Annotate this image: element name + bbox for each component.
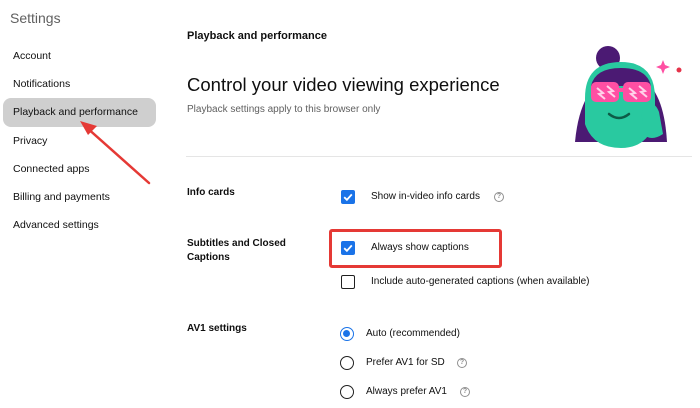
info-cards-checkbox[interactable] bbox=[341, 190, 355, 204]
av1-auto-label: Auto (recommended) bbox=[366, 328, 460, 339]
sidebar-item-advanced-settings[interactable]: Advanced settings bbox=[3, 211, 156, 240]
info-cards-option-label: Show in-video info cards bbox=[371, 191, 480, 202]
page-subtitle: Playback settings apply to this browser … bbox=[187, 104, 381, 115]
auto-generated-captions-checkbox[interactable] bbox=[341, 275, 355, 289]
sidebar-item-billing-and-payments[interactable]: Billing and payments bbox=[3, 183, 156, 212]
sidebar-item-connected-apps[interactable]: Connected apps bbox=[3, 155, 156, 184]
av1-always-prefer-label: Always prefer AV1 bbox=[366, 386, 447, 397]
av1-prefer-sd-radio[interactable] bbox=[340, 356, 354, 370]
header-divider bbox=[186, 156, 692, 157]
help-icon[interactable]: ? bbox=[457, 358, 467, 368]
playback-illustration bbox=[573, 46, 682, 152]
subtitles-label: Subtitles and Closed Captions bbox=[187, 238, 286, 263]
av1-auto-radio[interactable] bbox=[340, 327, 354, 341]
auto-generated-captions-label: Include auto-generated captions (when av… bbox=[371, 276, 590, 287]
sidebar-item-privacy[interactable]: Privacy bbox=[3, 127, 156, 156]
sidebar-item-account[interactable]: Account bbox=[3, 42, 156, 71]
sidebar-title: Settings bbox=[10, 10, 61, 26]
settings-sidebar: Settings Account Notifications Playback … bbox=[0, 0, 160, 408]
section-heading: Playback and performance bbox=[187, 30, 328, 42]
av1-prefer-sd-label: Prefer AV1 for SD bbox=[366, 357, 445, 368]
av1-settings-label: AV1 settings bbox=[187, 323, 247, 334]
sidebar-item-playback-and-performance[interactable]: Playback and performance bbox=[3, 98, 156, 127]
sidebar-item-notifications[interactable]: Notifications bbox=[3, 70, 156, 99]
help-icon[interactable]: ? bbox=[494, 192, 504, 202]
page-title: Control your video viewing experience bbox=[187, 74, 500, 95]
av1-always-prefer-radio[interactable] bbox=[340, 385, 354, 399]
help-icon[interactable]: ? bbox=[460, 387, 470, 397]
checkmark-icon bbox=[343, 193, 353, 202]
annotation-highlight-box bbox=[329, 229, 502, 268]
info-cards-label: Info cards bbox=[187, 187, 235, 198]
